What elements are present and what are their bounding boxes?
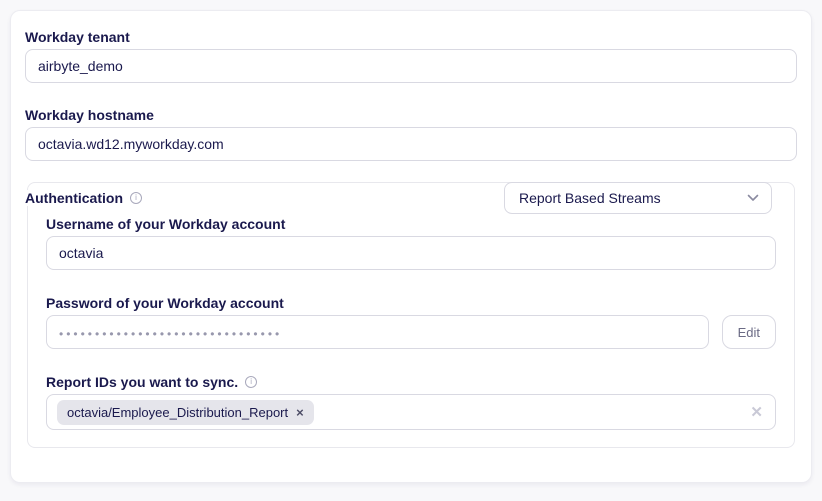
- connector-settings-card: Workday tenant Workday hostname Authenti…: [10, 10, 812, 483]
- report-id-tag: octavia/Employee_Distribution_Report ×: [57, 400, 314, 425]
- workday-hostname-label: Workday hostname: [25, 105, 797, 125]
- clear-field-icon[interactable]: ✕: [750, 405, 763, 420]
- password-label: Password of your Workday account: [46, 293, 776, 313]
- report-ids-label: Report IDs you want to sync. i: [46, 372, 776, 392]
- field-workday-tenant: Workday tenant: [25, 27, 797, 83]
- authentication-group-box: Username of your Workday account Passwor…: [27, 182, 795, 448]
- password-label-text: Password of your Workday account: [46, 293, 284, 313]
- field-workday-hostname: Workday hostname: [25, 105, 797, 161]
- report-ids-label-text: Report IDs you want to sync.: [46, 372, 238, 392]
- username-label: Username of your Workday account: [46, 214, 776, 234]
- report-id-tag-label: octavia/Employee_Distribution_Report: [67, 405, 288, 420]
- workday-tenant-input[interactable]: [25, 49, 797, 83]
- workday-hostname-input[interactable]: [25, 127, 797, 161]
- username-input[interactable]: [46, 236, 776, 270]
- remove-tag-icon[interactable]: ×: [296, 406, 304, 419]
- info-icon[interactable]: i: [245, 376, 257, 388]
- username-label-text: Username of your Workday account: [46, 214, 285, 234]
- chevron-down-icon: [747, 194, 759, 202]
- authentication-group-header: Authentication i Report Based Streams: [27, 182, 795, 214]
- password-input[interactable]: •••••••••••••••••••••••••••••••: [46, 315, 709, 349]
- field-report-ids: Report IDs you want to sync. i octavia/E…: [46, 372, 776, 430]
- auth-mode-selected-value: Report Based Streams: [519, 190, 661, 206]
- field-username: Username of your Workday account: [46, 214, 776, 270]
- workday-tenant-label: Workday tenant: [25, 27, 797, 47]
- authentication-label-text: Authentication: [25, 190, 123, 206]
- password-row: ••••••••••••••••••••••••••••••• Edit: [46, 315, 776, 349]
- field-password: Password of your Workday account •••••••…: [46, 293, 776, 349]
- workday-tenant-label-text: Workday tenant: [25, 27, 130, 47]
- edit-password-button[interactable]: Edit: [722, 315, 776, 349]
- authentication-group: Authentication i Report Based Streams Us…: [27, 182, 795, 448]
- auth-mode-dropdown[interactable]: Report Based Streams: [504, 182, 772, 214]
- authentication-label: Authentication i: [25, 190, 156, 206]
- report-ids-tag-input[interactable]: octavia/Employee_Distribution_Report × ✕: [46, 394, 776, 430]
- info-icon[interactable]: i: [130, 192, 142, 204]
- workday-hostname-label-text: Workday hostname: [25, 105, 154, 125]
